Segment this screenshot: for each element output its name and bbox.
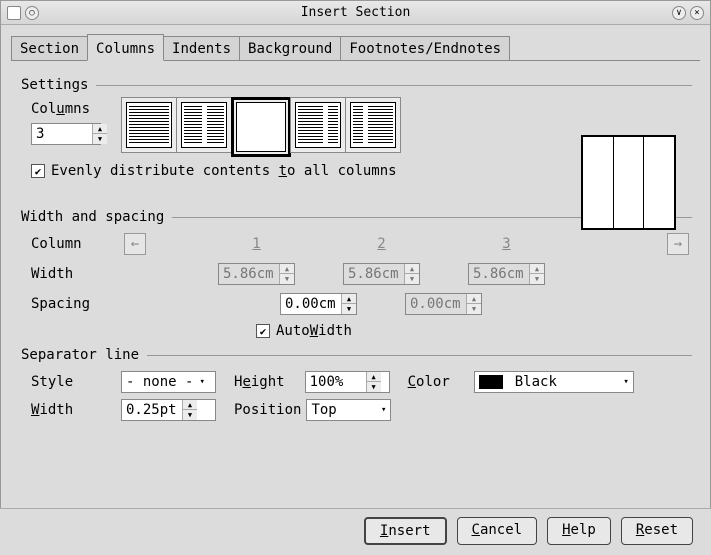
width-2-spin: ▲▼ bbox=[343, 263, 420, 285]
position-label: Position bbox=[234, 402, 301, 418]
autowidth-label: AutoWidth bbox=[276, 323, 352, 339]
window-title: Insert Section bbox=[301, 5, 411, 20]
sep-width-spin[interactable]: ▲▼ bbox=[121, 399, 216, 421]
sep-width-label: Width bbox=[21, 402, 121, 418]
tab-footnotes[interactable]: Footnotes/Endnotes bbox=[340, 36, 510, 61]
col-3-header: 3 bbox=[502, 236, 510, 252]
columns-spin[interactable]: ▲ ▼ bbox=[31, 123, 101, 145]
color-select[interactable]: Black ▾ bbox=[474, 371, 634, 393]
width-row-label: Width bbox=[21, 266, 121, 282]
tab-indents[interactable]: Indents bbox=[163, 36, 240, 61]
color-swatch bbox=[479, 375, 503, 389]
col-next-arrow: → bbox=[667, 233, 689, 255]
color-label: Color bbox=[408, 374, 450, 390]
col-prev-arrow: ← bbox=[124, 233, 146, 255]
pin-icon[interactable]: ○ bbox=[25, 6, 39, 20]
tab-columns[interactable]: Columns bbox=[87, 34, 164, 61]
col-1-header: 1 bbox=[252, 236, 260, 252]
style-select[interactable]: - none -▾ bbox=[121, 371, 216, 393]
reset-button[interactable]: Reset bbox=[621, 517, 693, 545]
columns-input[interactable] bbox=[32, 124, 92, 144]
title-bar: ○ Insert Section ∨ × bbox=[1, 1, 710, 25]
preset-3col[interactable] bbox=[231, 97, 291, 157]
button-bar: Insert Cancel Help Reset bbox=[0, 508, 711, 555]
spacing-2-spin: ▲▼ bbox=[405, 293, 482, 315]
tab-background[interactable]: Background bbox=[239, 36, 341, 61]
height-label: Height bbox=[234, 374, 285, 390]
height-spin[interactable]: ▲▼ bbox=[305, 371, 390, 393]
cancel-button[interactable]: Cancel bbox=[457, 517, 538, 545]
columns-up[interactable]: ▲ bbox=[93, 124, 107, 134]
width-1-spin: ▲▼ bbox=[218, 263, 295, 285]
columns-label: Columns bbox=[21, 101, 101, 117]
position-select[interactable]: Top▾ bbox=[306, 399, 391, 421]
col-2-header: 2 bbox=[377, 236, 385, 252]
insert-button[interactable]: Insert bbox=[364, 517, 447, 545]
columns-down[interactable]: ▼ bbox=[93, 134, 107, 144]
column-row-label: Column bbox=[21, 236, 121, 252]
document-icon bbox=[7, 6, 21, 20]
separator-heading: Separator line bbox=[21, 347, 139, 363]
evenly-checkbox[interactable]: ✔ bbox=[31, 164, 45, 178]
tab-bar: Section Columns Indents Background Footn… bbox=[1, 33, 710, 61]
evenly-label: Evenly distribute contents to all column… bbox=[51, 163, 397, 179]
width-spacing-heading: Width and spacing bbox=[21, 209, 164, 225]
preset-1col[interactable] bbox=[121, 97, 177, 153]
preset-right-wide[interactable] bbox=[345, 97, 401, 153]
help-button[interactable]: Help bbox=[547, 517, 611, 545]
spacing-1-spin[interactable]: ▲▼ bbox=[280, 293, 357, 315]
settings-heading: Settings bbox=[21, 77, 88, 93]
preset-left-wide[interactable] bbox=[290, 97, 346, 153]
tab-section[interactable]: Section bbox=[11, 36, 88, 61]
close-icon[interactable]: × bbox=[690, 6, 704, 20]
preset-2col[interactable] bbox=[176, 97, 232, 153]
minimize-icon[interactable]: ∨ bbox=[672, 6, 686, 20]
width-3-spin: ▲▼ bbox=[468, 263, 545, 285]
spacing-row-label: Spacing bbox=[21, 296, 121, 312]
preview-box bbox=[581, 135, 676, 230]
style-label: Style bbox=[21, 374, 121, 390]
autowidth-checkbox[interactable]: ✔ bbox=[256, 324, 270, 338]
